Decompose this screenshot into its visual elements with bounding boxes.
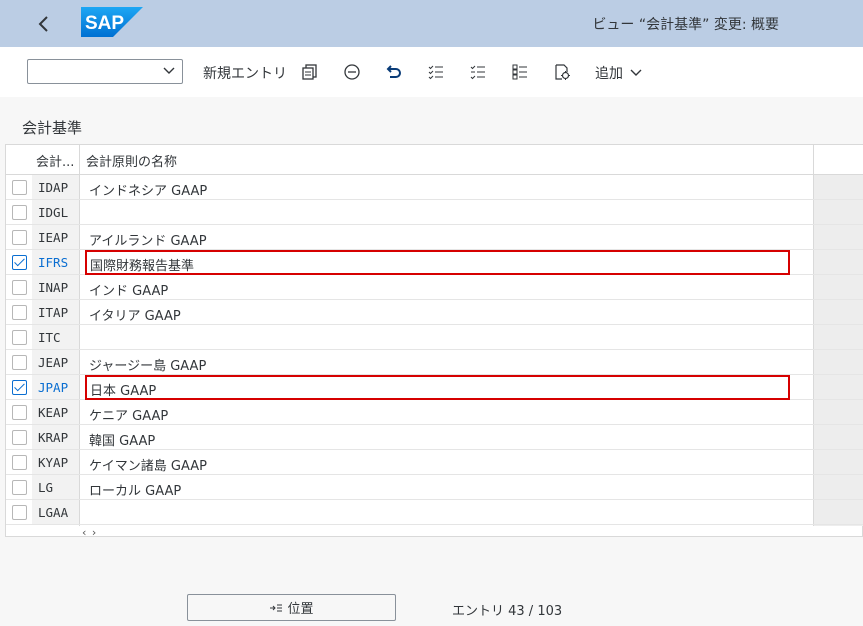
details-icon <box>555 64 570 80</box>
table-row[interactable]: JPAP 日本 GAAP <box>6 375 863 400</box>
accounting-principle-name-field[interactable]: インドネシア GAAP <box>85 175 790 200</box>
position-icon <box>270 604 283 611</box>
svg-text:SAP: SAP <box>85 13 124 34</box>
table-row[interactable]: KRAP 韓国 GAAP <box>6 425 863 450</box>
entry-counter: エントリ 43 / 103 <box>452 604 563 619</box>
accounting-standard-code: ITAP <box>38 305 69 320</box>
position-button-label: 位置 <box>287 602 314 617</box>
accounting-standard-code: INAP <box>38 280 69 295</box>
table-row[interactable]: IFRS 国際財務報告基準 <box>6 250 863 275</box>
select-block-button[interactable] <box>508 60 532 84</box>
deselect-all-icon <box>470 65 485 80</box>
table-row[interactable]: ITAP イタリア GAAP <box>6 300 863 325</box>
chevron-left-icon <box>38 16 48 32</box>
table-row[interactable]: KYAP ケイマン諸島 GAAP <box>6 450 863 475</box>
more-menu-button[interactable]: 追加 <box>595 63 643 83</box>
accounting-principle-name-field[interactable] <box>85 500 790 525</box>
accounting-standard-code: LG <box>38 480 54 495</box>
more-menu-label: 追加 <box>595 66 623 82</box>
select-block-icon <box>512 64 527 80</box>
new-entries-button[interactable]: 新規エントリ <box>203 63 287 83</box>
accounting-principle-name-field[interactable]: アイルランド GAAP <box>85 225 790 250</box>
table-row[interactable]: INAP インド GAAP <box>6 275 863 300</box>
accounting-standard-code: IDGL <box>38 205 69 220</box>
column-header-code[interactable]: 会計... <box>36 151 74 170</box>
row-checkbox[interactable] <box>12 455 27 470</box>
accounting-standard-code: ITC <box>38 330 61 345</box>
table-row[interactable]: LGAA <box>6 500 863 525</box>
copy-button[interactable] <box>298 60 322 84</box>
variant-select[interactable] <box>27 59 183 84</box>
accounting-standard-code: KEAP <box>38 405 69 420</box>
deselect-all-button[interactable] <box>466 60 490 84</box>
shell-bar: SAP ビュー “会計基準” 変更: 概要 <box>0 0 863 47</box>
table-row[interactable]: ITC <box>6 325 863 350</box>
accounting-principle-name-field[interactable] <box>85 325 790 350</box>
row-checkbox[interactable] <box>12 355 27 370</box>
table-row[interactable]: LG ローカル GAAP <box>6 475 863 500</box>
accounting-principle-name-field[interactable] <box>85 200 790 225</box>
position-button[interactable]: 位置 <box>187 594 396 621</box>
row-checkbox[interactable] <box>12 180 27 195</box>
copy-icon <box>302 64 317 80</box>
accounting-principle-name-field[interactable]: ジャージー島 GAAP <box>85 350 790 375</box>
select-all-button[interactable] <box>424 60 448 84</box>
accounting-standard-code: LGAA <box>38 505 69 520</box>
table-row[interactable]: IDAP インドネシア GAAP <box>6 175 863 200</box>
undo-button[interactable] <box>382 60 406 84</box>
chevron-down-icon <box>163 67 175 74</box>
accounting-standard-code: KRAP <box>38 430 69 445</box>
accounting-principle-name-field[interactable]: ローカル GAAP <box>85 475 790 500</box>
horizontal-scroll-arrows[interactable]: ‹ › <box>82 526 97 539</box>
row-checkbox[interactable] <box>12 280 27 295</box>
row-checkbox[interactable] <box>12 480 27 495</box>
table-row[interactable]: KEAP ケニア GAAP <box>6 400 863 425</box>
table-row[interactable]: IEAP アイルランド GAAP <box>6 225 863 250</box>
accounting-standard-code: IDAP <box>38 180 69 195</box>
row-checkbox[interactable] <box>12 255 27 270</box>
accounting-standard-code: JEAP <box>38 355 69 370</box>
details-button[interactable] <box>550 60 574 84</box>
delete-icon <box>344 64 360 80</box>
row-checkbox[interactable] <box>12 430 27 445</box>
toolbar: 新規エントリ 追加 <box>0 47 863 97</box>
back-button[interactable] <box>30 10 58 38</box>
row-checkbox[interactable] <box>12 505 27 520</box>
row-checkbox[interactable] <box>12 230 27 245</box>
row-checkbox[interactable] <box>12 305 27 320</box>
delete-button[interactable] <box>340 60 364 84</box>
accounting-principle-name-field[interactable]: イタリア GAAP <box>85 300 790 325</box>
chevron-down-icon <box>630 69 642 76</box>
row-checkbox[interactable] <box>12 405 27 420</box>
accounting-principle-name-field[interactable]: インド GAAP <box>85 275 790 300</box>
section-title: 会計基準 <box>22 119 83 137</box>
table-row[interactable]: IDGL <box>6 200 863 225</box>
row-checkbox[interactable] <box>12 380 27 395</box>
accounting-principle-name-field[interactable]: ケイマン諸島 GAAP <box>85 450 790 475</box>
accounting-principle-name-field[interactable]: 韓国 GAAP <box>85 425 790 450</box>
row-checkbox[interactable] <box>12 205 27 220</box>
table-row[interactable]: JEAP ジャージー島 GAAP <box>6 350 863 375</box>
accounting-standard-code: IEAP <box>38 230 69 245</box>
accounting-principle-name-field[interactable]: 日本 GAAP <box>85 375 790 400</box>
row-checkbox[interactable] <box>12 330 27 345</box>
column-header-name[interactable]: 会計原則の名称 <box>86 151 177 170</box>
sap-logo: SAP <box>81 7 143 37</box>
accounting-principle-name-field[interactable]: 国際財務報告基準 <box>85 250 790 275</box>
table-header: 会計... 会計原則の名称 <box>6 145 863 175</box>
undo-icon <box>386 65 401 78</box>
accounting-standards-table: 会計... 会計原則の名称 IDAP インドネシア GAAP IDGL IEAP アイル… <box>5 144 863 539</box>
accounting-standard-code: JPAP <box>38 380 69 395</box>
accounting-standard-code: KYAP <box>38 455 69 470</box>
select-all-icon <box>428 65 443 80</box>
accounting-standard-code: IFRS <box>38 255 69 270</box>
accounting-principle-name-field[interactable]: ケニア GAAP <box>85 400 790 425</box>
page-title: ビュー “会計基準” 変更: 概要 <box>592 17 779 33</box>
